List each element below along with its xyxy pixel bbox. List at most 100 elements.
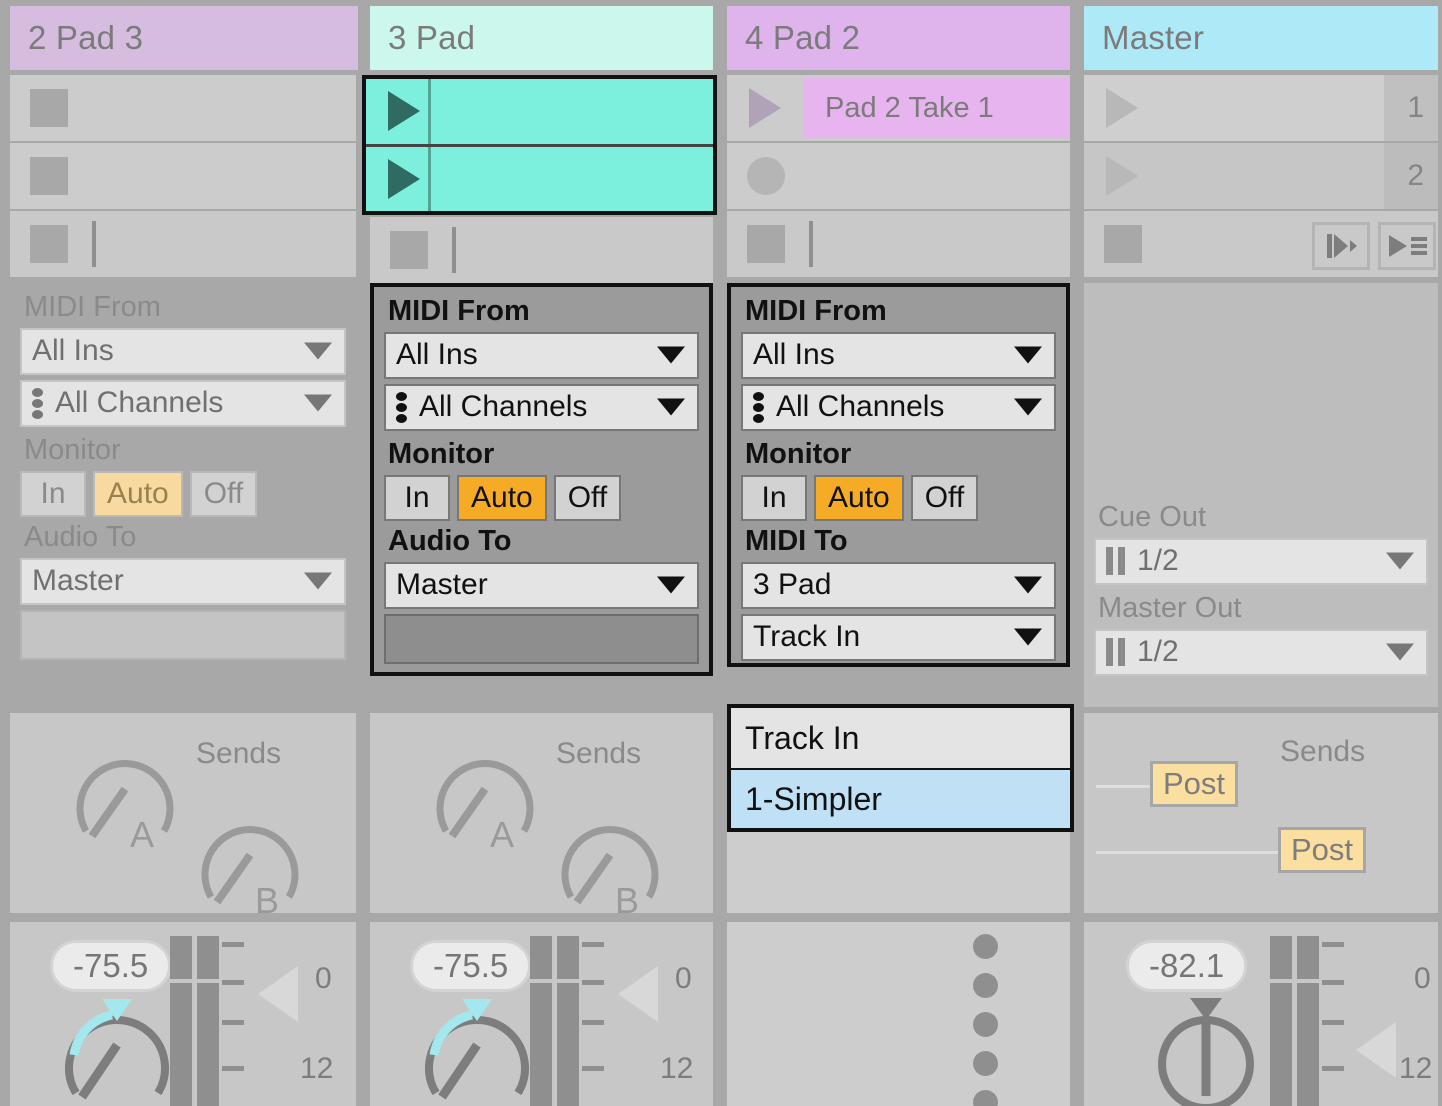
clip-slot[interactable] <box>366 144 713 212</box>
audio-to-select[interactable]: Master <box>20 558 346 605</box>
midi-from-select[interactable]: All Ins <box>20 328 346 375</box>
scene-follow-icon[interactable] <box>1378 222 1436 270</box>
send-b-knob[interactable]: B <box>553 805 668 917</box>
chevron-down-icon <box>1014 577 1042 594</box>
midi-channel-icon <box>32 388 43 419</box>
monitor-auto-button[interactable]: Auto <box>457 475 547 521</box>
midi-to-dropdown-menu[interactable]: Track In 1-Simpler <box>727 704 1074 832</box>
track-title: Master <box>1084 19 1204 57</box>
volume-db-display[interactable]: -75.5 <box>50 940 171 992</box>
scene-row[interactable]: 2 <box>1084 143 1438 209</box>
monitor-off-button[interactable]: Off <box>911 475 978 521</box>
play-button-icon[interactable] <box>749 88 781 128</box>
volume-fader-handle[interactable] <box>1356 1022 1396 1078</box>
monitor-label: Monitor <box>741 436 1056 475</box>
stop-all-icon[interactable] <box>390 231 428 269</box>
audio-to-sub-select[interactable] <box>384 614 699 664</box>
stop-all-icon[interactable] <box>747 225 785 263</box>
send-a-knob[interactable]: A <box>428 739 543 851</box>
clip-slot[interactable] <box>10 75 356 141</box>
midi-to-value: 3 Pad <box>753 568 831 602</box>
track-column-4-pad-2: 4 Pad 2 Pad 2 Take 1 MIDI From All Ins <box>719 0 1074 1106</box>
clip-name[interactable]: Pad 2 Take 1 <box>803 78 1070 138</box>
record-button-icon[interactable] <box>747 157 785 195</box>
track-header-2-pad-3[interactable]: 2 Pad 3 <box>10 6 358 70</box>
midi-from-select[interactable]: All Ins <box>384 332 699 379</box>
clip-slots: Pad 2 Take 1 <box>727 75 1070 275</box>
stop-all-icon[interactable] <box>30 225 68 263</box>
monitor-auto-button[interactable]: Auto <box>814 475 904 521</box>
midi-channel-select[interactable]: All Channels <box>20 380 346 427</box>
clip-slot[interactable] <box>366 79 713 144</box>
dropdown-option-track-in[interactable]: Track In <box>731 708 1070 768</box>
meter-tick <box>222 942 244 947</box>
play-button-icon[interactable] <box>388 91 420 131</box>
track-stop-row[interactable] <box>727 211 1070 277</box>
master-out-select[interactable]: 1/2 <box>1094 629 1428 676</box>
audio-to-value: Master <box>396 568 488 602</box>
stop-button-icon[interactable] <box>30 89 68 127</box>
track-activator-bar[interactable] <box>809 221 813 267</box>
monitor-auto-button[interactable]: Auto <box>93 471 183 517</box>
meter-tick <box>582 1066 604 1071</box>
stop-button-icon[interactable] <box>30 157 68 195</box>
master-out-label: Master Out <box>1094 590 1428 629</box>
monitor-off-button[interactable]: Off <box>190 471 257 517</box>
pan-knob[interactable] <box>60 997 190 1106</box>
volume-panel: -75.5 0 12 <box>10 922 356 1106</box>
track-title: 4 Pad 2 <box>727 19 860 57</box>
midi-from-select[interactable]: All Ins <box>741 332 1056 379</box>
scale-top-label: 0 <box>675 962 692 996</box>
clip-slot[interactable]: Pad 2 Take 1 <box>727 75 1070 141</box>
chevron-down-icon <box>1014 629 1042 646</box>
track-header-3-pad[interactable]: 3 Pad <box>370 6 713 70</box>
send-a-post-button[interactable]: Post <box>1150 761 1238 807</box>
scene-launch-icon[interactable] <box>1106 156 1138 196</box>
midi-to-label: MIDI To <box>741 523 1056 562</box>
volume-db-display[interactable]: -75.5 <box>410 940 531 992</box>
clip-slot[interactable] <box>10 143 356 209</box>
track-stop-row[interactable] <box>10 211 356 277</box>
monitor-in-button[interactable]: In <box>384 475 450 521</box>
scene-launch-icon[interactable] <box>1106 88 1138 128</box>
monitor-off-button[interactable]: Off <box>554 475 621 521</box>
chevron-down-icon <box>1014 399 1042 416</box>
send-b-post-button[interactable]: Post <box>1278 827 1366 873</box>
volume-fader-handle[interactable] <box>258 966 298 1022</box>
send-b-knob[interactable]: B <box>193 805 308 917</box>
track-activator-bar[interactable] <box>92 221 96 267</box>
track-title: 3 Pad <box>370 19 475 57</box>
track-stop-row[interactable] <box>370 217 713 283</box>
monitor-in-button[interactable]: In <box>741 475 807 521</box>
midi-channel-select[interactable]: All Channels <box>384 384 699 431</box>
midi-channel-value: All Channels <box>419 390 587 424</box>
device-chain-dots-icon <box>973 934 998 1106</box>
meter-tick <box>1322 980 1344 985</box>
stop-all-icon[interactable] <box>1104 225 1142 263</box>
volume-fader-handle[interactable] <box>618 966 658 1022</box>
cue-out-select[interactable]: 1/2 <box>1094 538 1428 585</box>
crossfade-icon[interactable] <box>1312 222 1370 270</box>
pan-knob[interactable] <box>420 997 550 1106</box>
meter-tick <box>222 1020 244 1025</box>
master-pan-knob[interactable] <box>1144 992 1274 1106</box>
scene-row[interactable]: 1 <box>1084 75 1438 141</box>
track-header-4-pad-2[interactable]: 4 Pad 2 <box>727 6 1070 70</box>
clip-slots <box>10 75 356 275</box>
send-a-knob[interactable]: A <box>68 739 183 851</box>
audio-to-select[interactable]: Master <box>384 562 699 609</box>
midi-to-sub-select[interactable]: Track In <box>741 614 1056 661</box>
audio-to-sub-select[interactable] <box>20 610 346 660</box>
midi-channel-select[interactable]: All Channels <box>741 384 1056 431</box>
meter-tick <box>1322 942 1344 947</box>
track-header-master[interactable]: Master <box>1084 6 1438 70</box>
volume-panel: -75.5 0 12 <box>370 922 713 1106</box>
stereo-pair-icon <box>1106 638 1125 666</box>
volume-db-display[interactable]: -82.1 <box>1126 940 1247 992</box>
monitor-in-button[interactable]: In <box>20 471 86 517</box>
play-button-icon[interactable] <box>388 159 420 199</box>
clip-slot[interactable] <box>727 143 1070 209</box>
midi-to-select[interactable]: 3 Pad <box>741 562 1056 609</box>
track-activator-bar[interactable] <box>452 227 456 273</box>
dropdown-option-1-simpler[interactable]: 1-Simpler <box>731 768 1070 828</box>
